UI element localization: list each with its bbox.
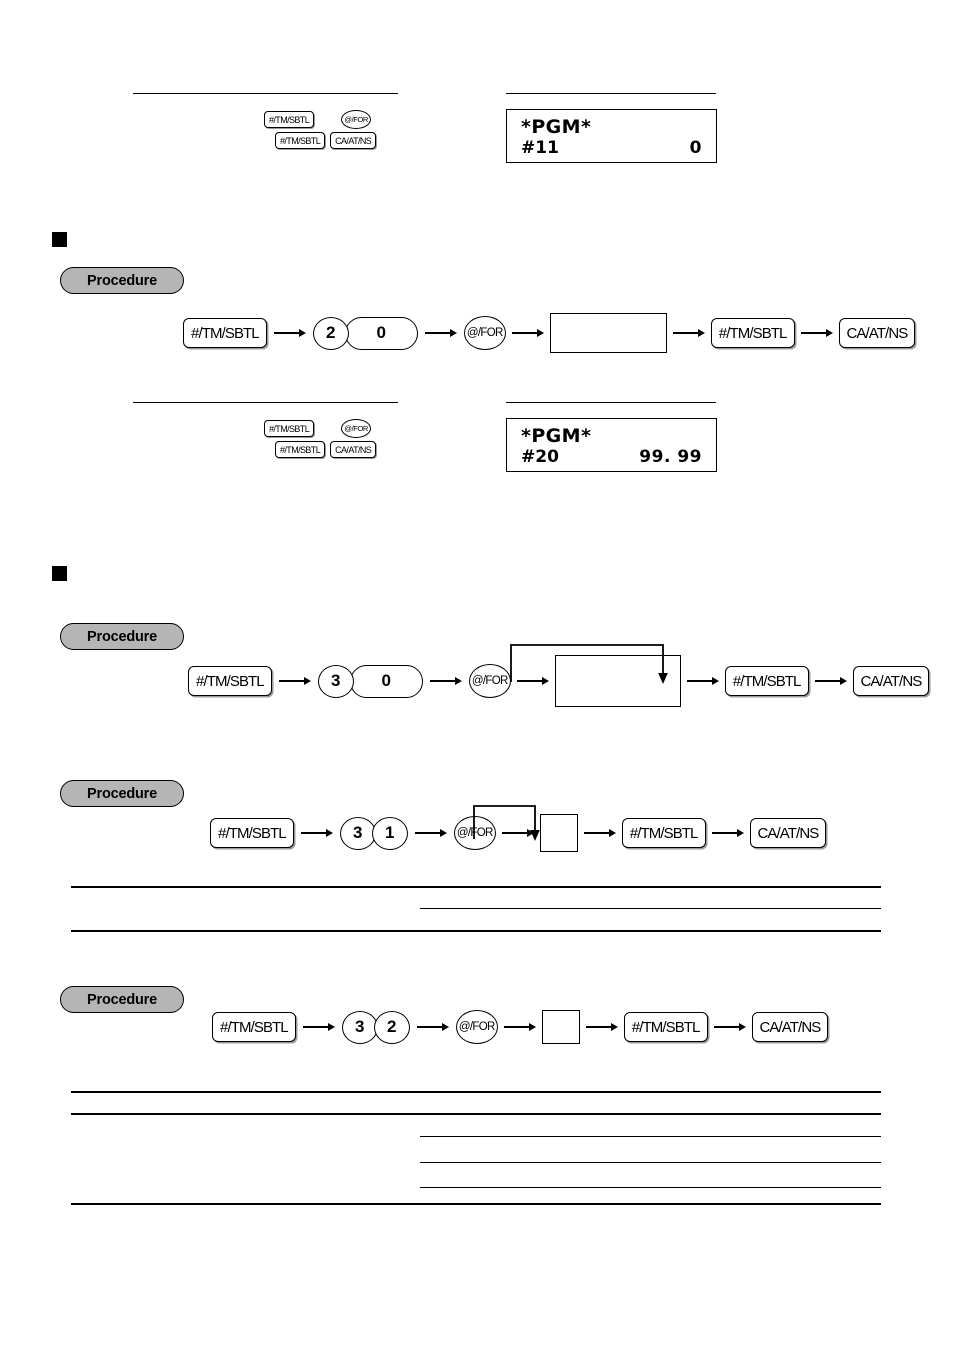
- digit-key-2[interactable]: 2: [312, 316, 349, 350]
- digit-key-0[interactable]: 0: [349, 664, 423, 698]
- table-lower-rule-top: [71, 1091, 881, 1093]
- procedure-flow-32: #/TM/SBTL 3 2 @/FOR #/TM/SBTL CA/AT/NS: [212, 1004, 829, 1050]
- procedure-badge-20: Procedure: [60, 267, 184, 294]
- key-ca-at-ns-finish[interactable]: CA/AT/NS: [751, 1012, 829, 1042]
- lcd-mode-label: *PGM*: [521, 116, 592, 138]
- key-at-for[interactable]: @/FOR: [455, 1010, 498, 1044]
- lcd-program-code: #11: [521, 137, 559, 158]
- lcd-row: #20 99. 99: [521, 446, 702, 468]
- lcd-value: 99. 99: [639, 446, 702, 467]
- repeat-loop-arrow: [473, 805, 540, 841]
- table-lower-rule-inner-2: [420, 1162, 881, 1163]
- flow-arrow: [424, 328, 457, 338]
- key-tm-sbtl-icon: #/TM/SBTL: [275, 132, 326, 149]
- lcd-row: #11 0: [521, 137, 702, 159]
- flow-arrow: [300, 828, 333, 838]
- table-upper-rule-bottom: [71, 930, 881, 932]
- key-tm-sbtl-confirm[interactable]: #/TM/SBTL: [724, 666, 809, 696]
- lcd-program-code: #20: [521, 446, 559, 467]
- flow-arrow: [414, 828, 447, 838]
- procedure-badge-30: Procedure: [60, 623, 184, 650]
- key-ca-at-ns-icon: CA/AT/NS: [330, 132, 377, 149]
- key-ca-at-ns-finish[interactable]: CA/AT/NS: [749, 818, 827, 848]
- key-at-for-icon: @/FOR: [341, 419, 372, 438]
- flow-arrow: [511, 328, 544, 338]
- digit-key-1[interactable]: 1: [371, 816, 408, 850]
- key-tm-sbtl-start[interactable]: #/TM/SBTL: [212, 1012, 296, 1042]
- key-tm-sbtl-confirm[interactable]: #/TM/SBTL: [710, 318, 795, 348]
- key-tm-sbtl-icon: #/TM/SBTL: [275, 441, 326, 458]
- key-at-for-icon: @/FOR: [341, 110, 372, 129]
- manual-page: #/TM/SBTL @/FOR #/TM/SBTL CA/AT/NS *PGM*…: [0, 0, 954, 1349]
- section-bullet-1: [52, 232, 67, 247]
- flow-arrow: [429, 676, 462, 686]
- example-20-separator-right: [506, 402, 716, 403]
- flow-arrow: [585, 1022, 618, 1032]
- flow-arrow: [583, 828, 616, 838]
- entry-value-box[interactable]: [541, 1010, 580, 1044]
- table-upper-rule-inner: [420, 908, 881, 909]
- key-ca-at-ns-icon: CA/AT/NS: [330, 441, 377, 458]
- digit-key-0[interactable]: 0: [344, 316, 418, 350]
- digit-key-2[interactable]: 2: [373, 1010, 410, 1044]
- example-11-key-cluster: #/TM/SBTL @/FOR #/TM/SBTL CA/AT/NS: [260, 110, 377, 149]
- flow-arrow: [814, 676, 847, 686]
- lcd-display-example-11: *PGM* #11 0: [506, 109, 717, 163]
- key-tm-sbtl-start[interactable]: #/TM/SBTL: [210, 818, 294, 848]
- table-lower-rule-inner-1: [420, 1136, 881, 1137]
- example-20-separator-left: [133, 402, 398, 403]
- key-tm-sbtl-confirm[interactable]: #/TM/SBTL: [623, 1012, 708, 1042]
- key-tm-sbtl-start[interactable]: #/TM/SBTL: [183, 318, 267, 348]
- flow-arrow: [713, 1022, 746, 1032]
- key-tm-sbtl-icon: #/TM/SBTL: [264, 111, 315, 128]
- procedure-badge-31: Procedure: [60, 780, 184, 807]
- digit-key-3[interactable]: 3: [317, 664, 354, 698]
- table-lower-rule-bottom: [71, 1203, 881, 1205]
- entry-value-box[interactable]: [549, 313, 667, 353]
- key-tm-sbtl-start[interactable]: #/TM/SBTL: [188, 666, 272, 696]
- example-20-key-cluster: #/TM/SBTL @/FOR #/TM/SBTL CA/AT/NS: [260, 419, 377, 458]
- digit-key-3[interactable]: 3: [339, 816, 376, 850]
- lcd-mode-label: *PGM*: [521, 425, 592, 447]
- lcd-display-example-20: *PGM* #20 99. 99: [506, 418, 717, 472]
- section-bullet-2: [52, 566, 67, 581]
- example-11-separator-right: [506, 93, 716, 94]
- lcd-value: 0: [689, 137, 702, 158]
- key-tm-sbtl-confirm[interactable]: #/TM/SBTL: [621, 818, 706, 848]
- key-at-for[interactable]: @/FOR: [463, 316, 506, 350]
- flow-arrow: [672, 328, 705, 338]
- flow-arrow: [800, 328, 833, 338]
- table-upper-rule-top: [71, 886, 881, 888]
- flow-arrow: [416, 1022, 449, 1032]
- key-ca-at-ns-finish[interactable]: CA/AT/NS: [838, 318, 916, 348]
- table-lower-rule-header: [71, 1113, 881, 1115]
- key-ca-at-ns-finish[interactable]: CA/AT/NS: [852, 666, 930, 696]
- flow-arrow: [711, 828, 744, 838]
- example-11-separator-left: [133, 93, 398, 94]
- flow-arrow: [273, 328, 306, 338]
- flow-arrow: [278, 676, 311, 686]
- flow-arrow: [503, 1022, 536, 1032]
- key-tm-sbtl-icon: #/TM/SBTL: [264, 420, 315, 437]
- table-lower-rule-inner-3: [420, 1187, 881, 1188]
- procedure-badge-32: Procedure: [60, 986, 184, 1013]
- procedure-flow-20: #/TM/SBTL 2 0 @/FOR #/TM/SBTL CA/AT/NS: [183, 310, 916, 356]
- repeat-loop-arrow: [510, 644, 668, 684]
- digit-key-3[interactable]: 3: [341, 1010, 378, 1044]
- flow-arrow: [302, 1022, 335, 1032]
